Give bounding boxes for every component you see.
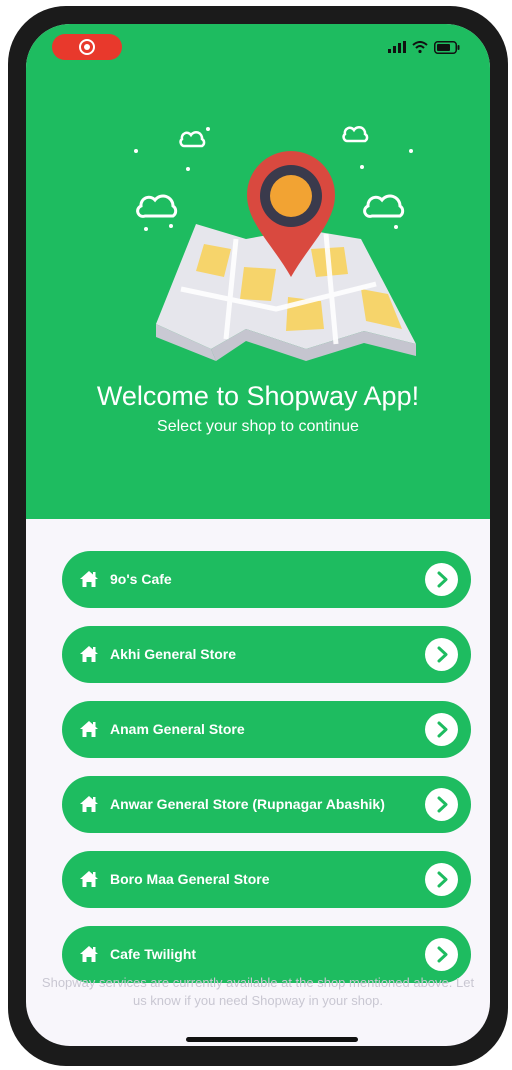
shop-item[interactable]: Anwar General Store (Rupnagar Abashik) [62, 776, 471, 833]
chevron-right-icon [437, 871, 448, 888]
wifi-icon [412, 41, 428, 53]
home-icon [80, 646, 98, 662]
screen-record-icon [79, 39, 95, 55]
shop-name: 9o's Cafe [110, 571, 172, 587]
welcome-header: Welcome to Shopway App! Select your shop… [26, 24, 490, 519]
system-status-icons [388, 39, 460, 55]
select-shop-button[interactable] [425, 563, 458, 596]
app-screen: Welcome to Shopway App! Select your shop… [26, 24, 490, 1046]
chevron-right-icon [437, 946, 448, 963]
shop-name: Akhi General Store [110, 646, 237, 662]
shop-list[interactable]: 9o's Cafe Akhi General Store Anam Genera… [26, 519, 490, 1001]
select-shop-button[interactable] [425, 938, 458, 971]
status-bar [26, 24, 490, 72]
select-shop-button[interactable] [425, 863, 458, 896]
welcome-title: Welcome to Shopway App! [96, 381, 420, 411]
shop-item[interactable]: Anam General Store [62, 701, 471, 758]
chevron-right-icon [437, 721, 448, 738]
map-pin-illustration [134, 126, 416, 361]
chevron-right-icon [437, 796, 448, 813]
screen-record-indicator[interactable] [52, 34, 122, 60]
select-shop-button[interactable] [425, 788, 458, 821]
shop-name: Boro Maa General Store [110, 871, 270, 887]
select-shop-button[interactable] [425, 638, 458, 671]
home-icon [80, 796, 98, 812]
chevron-right-icon [437, 646, 448, 663]
home-indicator[interactable] [186, 1037, 358, 1042]
shop-item[interactable]: Akhi General Store [62, 626, 471, 683]
battery-icon [434, 40, 460, 54]
home-icon [80, 721, 98, 737]
home-icon [80, 571, 98, 587]
shop-name: Anwar General Store (Rupnagar Abashik) [110, 796, 385, 812]
home-icon [80, 946, 98, 962]
shop-item[interactable]: 9o's Cafe [62, 551, 471, 608]
cellular-signal-icon [388, 41, 406, 53]
shop-item[interactable]: Boro Maa General Store [62, 851, 471, 908]
shop-name: Anam General Store [110, 721, 245, 737]
home-icon [80, 871, 98, 887]
welcome-subtitle: Select your shop to continue [157, 418, 359, 435]
service-availability-note: Shopway services are currently available… [41, 975, 475, 1008]
chevron-right-icon [437, 571, 448, 588]
select-shop-button[interactable] [425, 713, 458, 746]
phone-frame: Welcome to Shopway App! Select your shop… [8, 6, 508, 1066]
